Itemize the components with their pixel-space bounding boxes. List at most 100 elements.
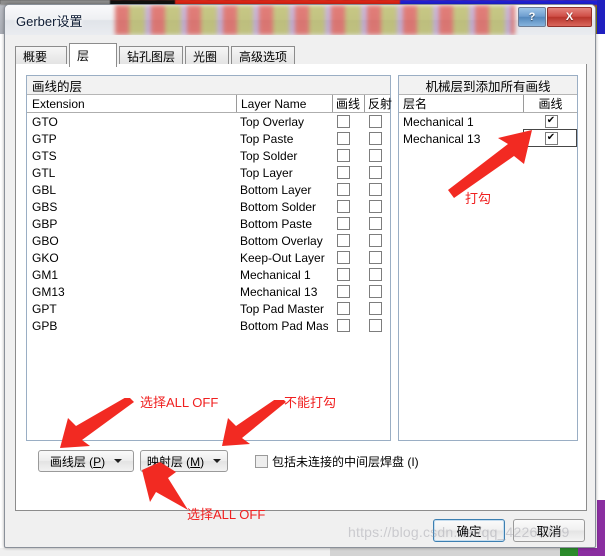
plot-checkbox[interactable] xyxy=(336,267,350,281)
tab-apertures[interactable]: 光圈 xyxy=(185,46,229,65)
cell-plot-checkbox xyxy=(336,318,350,332)
cell-layer-name: Bottom Paste xyxy=(240,216,313,231)
table-row[interactable]: GPT Top Pad Master xyxy=(27,300,390,317)
cell-mirror-checkbox xyxy=(368,267,382,281)
cell-mirror-checkbox xyxy=(368,301,382,315)
tab-summary[interactable]: 概要 xyxy=(15,46,67,65)
plot-checkbox[interactable] xyxy=(336,148,350,162)
cell-extension: GBP xyxy=(32,216,58,231)
chevron-down-icon xyxy=(213,459,222,463)
mirror-checkbox[interactable] xyxy=(368,301,382,315)
mechanical-table-header: 层名 画线 xyxy=(399,95,577,113)
cell-mirror-checkbox xyxy=(368,182,382,196)
plot-checkbox[interactable] xyxy=(336,199,350,213)
table-row[interactable]: GTL Top Layer xyxy=(27,164,390,181)
plot-checkbox[interactable] xyxy=(336,301,350,315)
chevron-down-icon xyxy=(114,459,123,463)
column-header-layer-name-mech[interactable]: 层名 xyxy=(403,95,513,112)
cell-mirror-checkbox xyxy=(368,165,382,179)
cell-mirror-checkbox xyxy=(368,233,382,247)
annotation-text-select-all-off-bottom: 选择ALL OFF xyxy=(187,507,266,522)
cell-mirror-checkbox xyxy=(368,114,382,128)
plot-checkbox[interactable] xyxy=(336,165,350,179)
mirror-checkbox[interactable] xyxy=(368,182,382,196)
annotation-text-check: 打勾 xyxy=(465,191,492,206)
annotation-arrow-to-plot-layers-button xyxy=(60,398,134,448)
cell-plot-checkbox xyxy=(336,148,350,162)
cell-plot-checkbox xyxy=(336,284,350,298)
cell-extension: GBS xyxy=(32,199,58,214)
cell-extension: GTP xyxy=(32,131,57,146)
plot-checkbox[interactable] xyxy=(544,114,558,128)
table-row[interactable]: GBP Bottom Paste xyxy=(27,215,390,232)
cell-layer-name: Mechanical 1 xyxy=(240,267,311,282)
plot-checkbox[interactable] xyxy=(336,233,350,247)
mirror-checkbox[interactable] xyxy=(368,199,382,213)
table-row[interactable]: GBL Bottom Layer xyxy=(27,181,390,198)
table-row[interactable]: GTS Top Solder xyxy=(27,147,390,164)
help-button[interactable]: ? xyxy=(518,7,546,27)
cell-plot-checkbox xyxy=(336,182,350,196)
cell-layer-name: Mechanical 13 xyxy=(240,284,318,299)
column-header-plot[interactable]: 画线 xyxy=(332,95,364,112)
mirror-checkbox[interactable] xyxy=(368,318,382,332)
cell-layer-name: Bottom Solder xyxy=(240,199,317,214)
plot-checkbox[interactable] xyxy=(336,114,350,128)
plot-layers-dropdown-button[interactable]: 画线层 (P) xyxy=(38,450,134,472)
title-bar-transparency-showthrough xyxy=(115,5,515,35)
title-bar: Gerber设置 ? X xyxy=(5,5,595,35)
mirror-checkbox[interactable] xyxy=(368,148,382,162)
cell-mirror-checkbox xyxy=(368,284,382,298)
table-row[interactable]: GPB Bottom Pad Maste xyxy=(27,317,390,334)
mirror-checkbox[interactable] xyxy=(368,250,382,264)
plot-checkbox[interactable] xyxy=(336,284,350,298)
plot-checkbox[interactable] xyxy=(544,131,558,145)
cell-extension: GTS xyxy=(32,148,57,163)
screenshot-root: Gerber设置 ? X 概要 层 钻孔图层 光圈 高级选项 画线的层 Exte… xyxy=(0,0,605,556)
cancel-button[interactable]: 取消 xyxy=(513,519,585,542)
mirror-checkbox[interactable] xyxy=(368,216,382,230)
include-unconnected-pads-checkbox[interactable] xyxy=(255,455,268,468)
mirror-checkbox[interactable] xyxy=(368,114,382,128)
table-row[interactable]: GKO Keep-Out Layer xyxy=(27,249,390,266)
table-row[interactable]: GBS Bottom Solder xyxy=(27,198,390,215)
cell-plot-checkbox xyxy=(336,250,350,264)
column-header-mirror[interactable]: 反射 xyxy=(364,95,396,112)
plot-checkbox[interactable] xyxy=(336,216,350,230)
cell-plot-checkbox xyxy=(336,216,350,230)
ok-button[interactable]: 确定 xyxy=(433,519,505,542)
window-title: Gerber设置 xyxy=(16,14,83,29)
cell-extension: GKO xyxy=(32,250,59,265)
table-row[interactable]: GM13 Mechanical 13 xyxy=(27,283,390,300)
plot-checkbox[interactable] xyxy=(336,131,350,145)
cell-plot-checkbox xyxy=(336,165,350,179)
table-row[interactable]: GBO Bottom Overlay xyxy=(27,232,390,249)
mirror-checkbox[interactable] xyxy=(368,267,382,281)
mirror-checkbox[interactable] xyxy=(368,284,382,298)
annotation-text-cannot-check: 不能打勾 xyxy=(284,395,337,410)
plot-checkbox[interactable] xyxy=(336,182,350,196)
tab-drill-drawing[interactable]: 钻孔图层 xyxy=(119,46,183,65)
tab-advanced[interactable]: 高级选项 xyxy=(231,46,295,65)
cell-mirror-checkbox xyxy=(368,250,382,264)
table-row[interactable]: GM1 Mechanical 1 xyxy=(27,266,390,283)
mirror-checkbox[interactable] xyxy=(368,165,382,179)
table-row[interactable]: GTP Top Paste xyxy=(27,130,390,147)
column-header-plot-mech[interactable]: 画线 xyxy=(523,95,577,112)
plot-checkbox[interactable] xyxy=(336,318,350,332)
close-button[interactable]: X xyxy=(547,7,592,27)
tab-layers[interactable]: 层 xyxy=(69,43,117,67)
cell-mirror-checkbox xyxy=(368,318,382,332)
cell-mirror-checkbox xyxy=(368,199,382,213)
plot-layers-group-title: 画线的层 xyxy=(27,76,390,95)
mirror-checkbox[interactable] xyxy=(368,131,382,145)
cell-layer-name: Top Solder xyxy=(240,148,298,163)
column-header-extension[interactable]: Extension xyxy=(32,95,237,112)
column-header-layer-name[interactable]: Layer Name xyxy=(236,95,332,112)
cell-extension: GPB xyxy=(32,318,58,333)
table-row[interactable]: GTO Top Overlay xyxy=(27,113,390,130)
mirror-checkbox[interactable] xyxy=(368,233,382,247)
plot-checkbox[interactable] xyxy=(336,250,350,264)
cell-plot-checkbox xyxy=(336,114,350,128)
cell-plot-checkbox xyxy=(544,114,558,128)
